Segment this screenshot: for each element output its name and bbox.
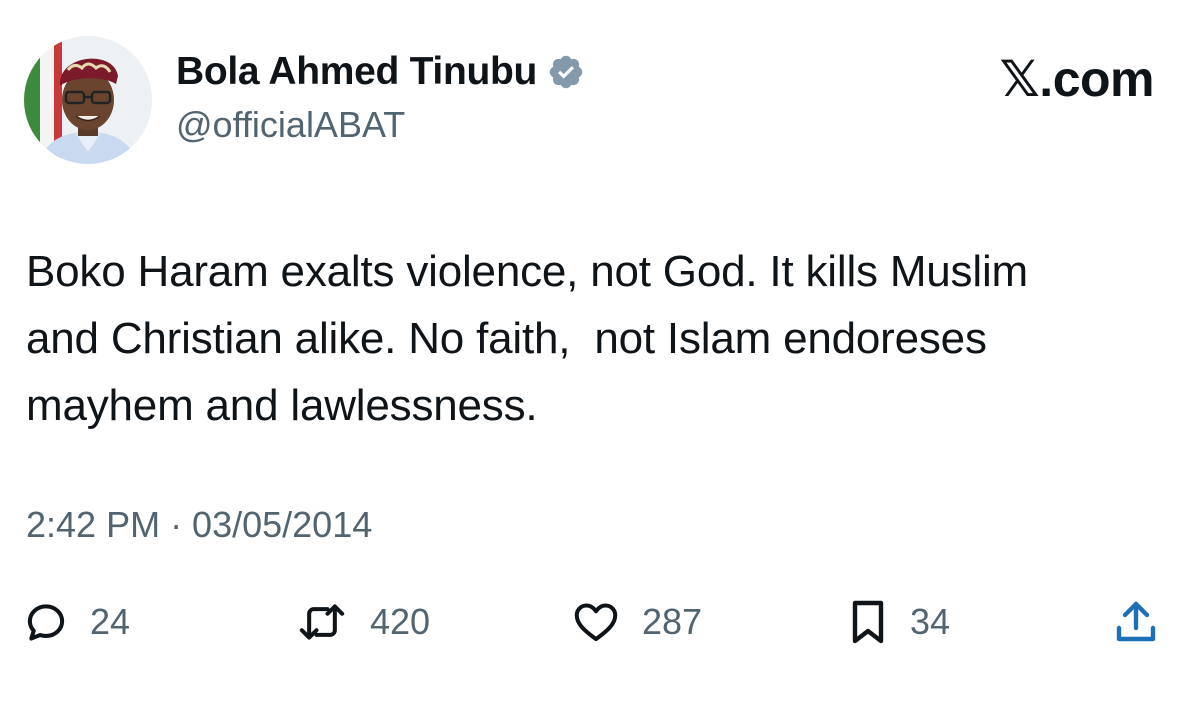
brand-logo: 𝕏.com xyxy=(999,51,1155,107)
verified-badge-icon[interactable] xyxy=(547,53,585,91)
bookmark-count: 34 xyxy=(910,601,951,642)
like-button[interactable]: 287 xyxy=(572,590,702,654)
bookmark-button[interactable]: 34 xyxy=(848,590,950,654)
share-icon xyxy=(1116,601,1156,642)
tweet-text: Boko Haram exalts violence, not God. It … xyxy=(26,247,1028,430)
retweet-count: 420 xyxy=(370,601,431,642)
like-count: 287 xyxy=(642,601,703,642)
author-name-row: Bola Ahmed Tinubu xyxy=(176,48,585,96)
share-button[interactable] xyxy=(1114,590,1158,654)
reply-icon xyxy=(27,604,65,641)
avatar-image xyxy=(24,36,152,164)
heart-icon xyxy=(574,603,618,642)
reply-count: 24 xyxy=(90,601,131,642)
tweet-card: Bola Ahmed Tinubu @officialABAT 𝕏.com Bo… xyxy=(0,0,1200,722)
retweet-button[interactable]: 420 xyxy=(296,590,430,654)
bookmark-icon xyxy=(852,600,884,644)
author-handle[interactable]: @officialABAT xyxy=(176,104,405,146)
tweet-timestamp[interactable]: 2:42 PM · 03/05/2014 xyxy=(26,504,372,546)
action-bar: 24 420 287 34 xyxy=(0,590,1200,654)
avatar[interactable] xyxy=(24,36,152,164)
author-display-name[interactable]: Bola Ahmed Tinubu xyxy=(176,50,537,94)
reply-button[interactable]: 24 xyxy=(24,590,130,654)
retweet-icon xyxy=(299,604,345,640)
